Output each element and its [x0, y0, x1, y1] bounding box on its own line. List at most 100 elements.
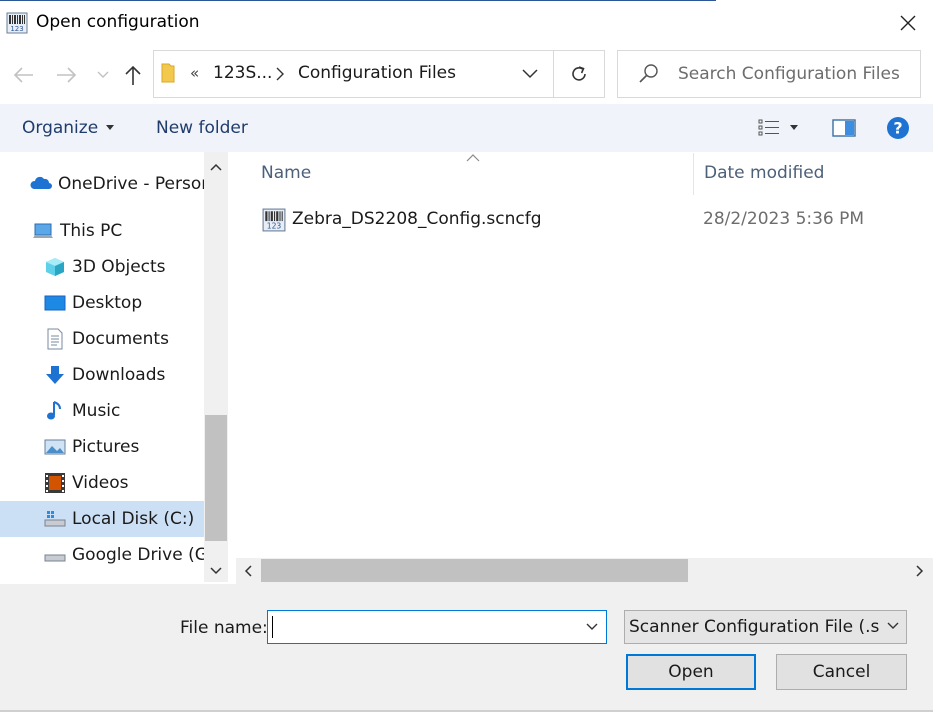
folder-icon	[160, 62, 176, 84]
chevron-right-icon[interactable]	[275, 66, 285, 86]
drive-icon	[44, 511, 66, 527]
picture-icon	[44, 439, 66, 455]
up-button[interactable]	[118, 60, 148, 90]
chevron-down-icon	[522, 69, 538, 79]
scroll-right-button[interactable]	[908, 558, 932, 584]
download-arrow-icon	[46, 366, 64, 384]
details-view-icon	[758, 119, 779, 136]
sidebar-item-label: OneDrive - Person	[58, 174, 213, 194]
sidebar-item-google-drive[interactable]: Google Drive (G:)	[44, 537, 204, 573]
config-file-icon: 123	[262, 208, 286, 232]
app-icon: 123	[6, 12, 28, 34]
sidebar-item-label: Local Disk (C:)	[72, 509, 195, 529]
music-note-icon	[47, 401, 61, 420]
chevron-left-icon	[244, 565, 252, 577]
file-date-modified: 28/2/2023 5:36 PM	[703, 209, 865, 229]
close-icon	[900, 15, 916, 31]
organize-label: Organize	[22, 118, 99, 138]
preview-pane-button[interactable]	[826, 110, 862, 146]
navigation-pane: OneDrive - Person This PC 3D Objects Des…	[0, 152, 228, 582]
chevron-down-icon	[97, 71, 109, 78]
sidebar-item-label: Pictures	[72, 437, 140, 457]
file-name-label: File name:	[180, 618, 268, 638]
file-name-input[interactable]	[272, 614, 572, 640]
breadcrumb-item[interactable]: 123S...	[213, 63, 272, 83]
breadcrumb-item[interactable]: Configuration Files	[298, 63, 456, 83]
cloud-icon	[30, 176, 52, 189]
help-button[interactable]: ?	[880, 110, 916, 146]
svg-text:123: 123	[10, 25, 23, 33]
recent-locations-button[interactable]	[92, 60, 114, 90]
scroll-up-button[interactable]	[204, 154, 228, 180]
desktop-icon	[44, 295, 66, 311]
window-title: Open configuration	[36, 12, 200, 32]
sidebar-item-label: 3D Objects	[72, 257, 166, 277]
refresh-button[interactable]	[554, 50, 605, 98]
sidebar-item-desktop[interactable]: Desktop	[44, 285, 228, 321]
scroll-down-button[interactable]	[204, 558, 228, 584]
sidebar-item-label: Documents	[72, 329, 169, 349]
caret-down-icon	[106, 125, 115, 130]
column-header-name[interactable]: Name	[261, 163, 311, 183]
chevron-up-icon	[210, 163, 222, 171]
sidebar-item-local-disk[interactable]: Local Disk (C:)	[0, 501, 204, 537]
film-icon	[45, 473, 65, 493]
svg-text:123: 123	[267, 222, 282, 231]
sidebar-item-label: Google Drive (G:)	[72, 545, 204, 565]
address-overflow[interactable]: «	[190, 64, 199, 82]
scroll-thumb[interactable]	[205, 415, 227, 541]
sidebar-item-pictures[interactable]: Pictures	[44, 429, 228, 465]
svg-text:?: ?	[893, 119, 902, 138]
forward-button[interactable]	[52, 60, 82, 90]
sidebar-item-videos[interactable]: Videos	[44, 465, 228, 501]
cancel-button[interactable]: Cancel	[776, 654, 907, 690]
file-type-select[interactable]: Scanner Configuration File (.scncfg)	[624, 610, 907, 644]
text-caret	[272, 616, 273, 638]
sidebar-item-label: This PC	[60, 221, 123, 241]
computer-icon	[33, 223, 53, 238]
column-divider[interactable]	[693, 153, 694, 195]
sidebar-item-this-pc[interactable]: This PC	[32, 213, 228, 249]
sidebar-item-label: Music	[72, 401, 121, 421]
change-view-button[interactable]	[748, 110, 808, 146]
preview-pane-icon	[832, 119, 856, 137]
search-input[interactable]	[672, 58, 912, 90]
sidebar-item-label: Videos	[72, 473, 129, 493]
cube-icon	[46, 258, 64, 276]
arrow-up-icon	[125, 65, 141, 85]
sort-ascending-icon	[466, 150, 480, 162]
chevron-down-icon	[210, 567, 222, 575]
arrow-right-icon	[57, 67, 77, 83]
title-accent-line	[0, 0, 716, 1]
close-button[interactable]	[886, 0, 930, 46]
file-name[interactable]: Zebra_DS2208_Config.scncfg	[292, 209, 542, 229]
drive-icon	[44, 554, 66, 562]
chevron-down-icon	[586, 623, 598, 630]
arrow-left-icon	[13, 67, 33, 83]
address-dropdown-button[interactable]	[518, 62, 542, 86]
scroll-left-button[interactable]	[236, 558, 260, 584]
sidebar-item-music[interactable]: Music	[44, 393, 228, 429]
sidebar-item-label: Desktop	[72, 293, 143, 313]
scroll-thumb[interactable]	[261, 559, 688, 582]
back-button[interactable]	[8, 60, 38, 90]
help-icon: ?	[887, 117, 909, 139]
sidebar-item-3d-objects[interactable]: 3D Objects	[44, 249, 228, 285]
refresh-icon	[572, 66, 586, 81]
sidebar-item-documents[interactable]: Documents	[44, 321, 228, 357]
sidebar-item-onedrive[interactable]: OneDrive - Person	[30, 166, 228, 202]
column-header-date[interactable]: Date modified	[704, 163, 824, 183]
caret-down-icon	[790, 125, 798, 130]
file-name-dropdown-button[interactable]	[580, 614, 604, 640]
open-button[interactable]: Open	[626, 654, 756, 690]
chevron-down-icon	[887, 622, 899, 629]
chevron-right-icon	[916, 565, 924, 577]
dialog-footer	[0, 584, 933, 712]
new-folder-button[interactable]: New folder	[146, 110, 258, 146]
file-type-value: Scanner Configuration File (.scncfg)	[629, 617, 879, 637]
sidebar-item-label: Downloads	[72, 365, 166, 385]
organize-button[interactable]: Organize	[14, 110, 122, 146]
document-icon	[47, 328, 63, 350]
sidebar-item-downloads[interactable]: Downloads	[44, 357, 228, 393]
search-icon	[638, 62, 660, 84]
